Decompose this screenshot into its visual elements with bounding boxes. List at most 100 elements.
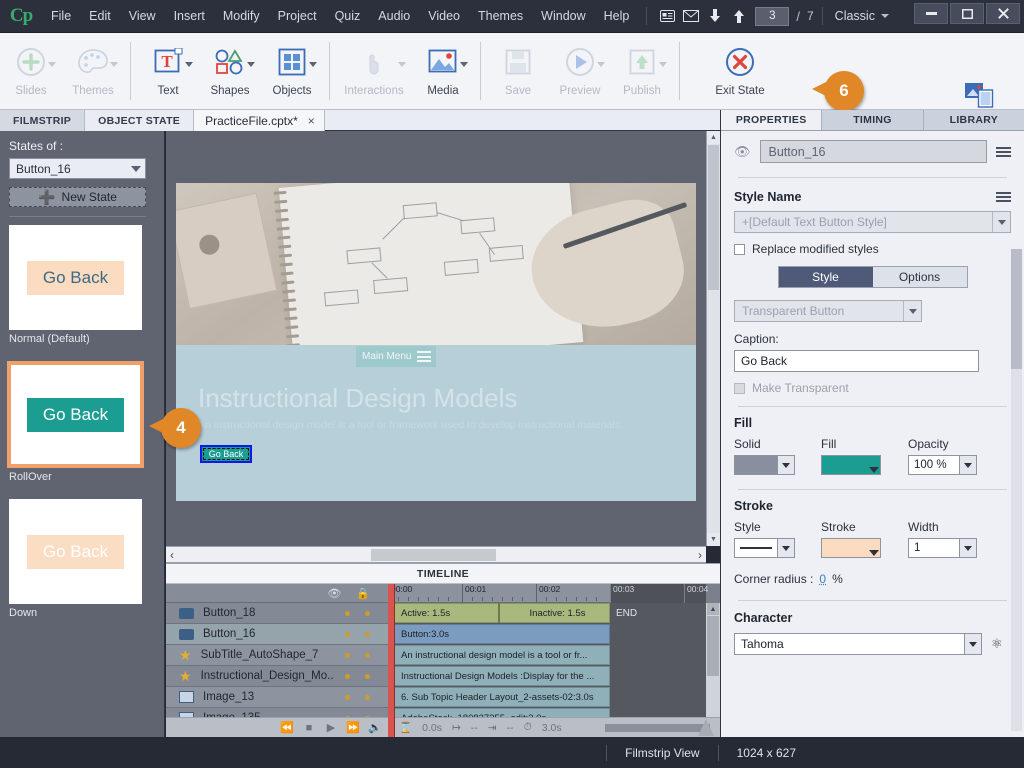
toolbar-text[interactable]: T Text bbox=[137, 38, 199, 97]
chevron-down-icon[interactable] bbox=[659, 62, 667, 67]
menu-view[interactable]: View bbox=[120, 5, 165, 27]
replace-styles-row[interactable]: Replace modified styles bbox=[734, 242, 1011, 256]
style-menu-icon[interactable] bbox=[996, 192, 1011, 202]
canvas-vscroll-thumb[interactable] bbox=[708, 145, 719, 290]
chevron-down-icon[interactable] bbox=[185, 62, 193, 67]
table-row[interactable]: Button_16 bbox=[166, 624, 388, 645]
tab-library[interactable]: LIBRARY bbox=[923, 110, 1024, 130]
tab-timing[interactable]: TIMING bbox=[822, 110, 924, 130]
timeline-vscroll-thumb[interactable] bbox=[707, 616, 719, 676]
chevron-down-icon[interactable] bbox=[869, 467, 879, 473]
table-row[interactable]: Image_13 bbox=[166, 687, 388, 708]
slide-number-input[interactable]: 3 bbox=[755, 6, 790, 26]
properties-vscroll-thumb[interactable] bbox=[1011, 249, 1022, 369]
caption-input[interactable]: Go Back bbox=[734, 350, 979, 372]
mail-icon[interactable] bbox=[679, 6, 703, 26]
chevron-down-icon[interactable] bbox=[960, 455, 977, 475]
menu-quiz[interactable]: Quiz bbox=[326, 5, 370, 27]
main-menu-button[interactable]: Main Menu bbox=[356, 346, 436, 367]
make-transparent-row[interactable]: Make Transparent bbox=[734, 381, 1011, 395]
chevron-down-icon[interactable] bbox=[869, 550, 879, 556]
scroll-right-icon[interactable]: › bbox=[698, 548, 702, 562]
table-row[interactable]: ★ SubTitle_AutoShape_7 bbox=[166, 645, 388, 666]
chevron-down-icon[interactable] bbox=[880, 14, 889, 18]
opacity-input[interactable]: 100 % bbox=[908, 455, 960, 475]
menu-file[interactable]: File bbox=[42, 5, 80, 27]
typekit-icon[interactable]: ⚛ bbox=[991, 636, 1011, 652]
move-down-icon[interactable] bbox=[703, 6, 727, 26]
menu-help[interactable]: Help bbox=[595, 5, 639, 27]
audio-icon[interactable]: 🔊 bbox=[364, 721, 386, 734]
chevron-down-icon[interactable] bbox=[48, 62, 56, 67]
object-select[interactable]: Button_16 bbox=[9, 158, 146, 179]
tab-object-state[interactable]: OBJECT STATE bbox=[85, 110, 195, 131]
timeline-bar-secondary[interactable]: Inactive: 1.5s bbox=[506, 603, 610, 623]
slide-title[interactable]: Instructional Design Models bbox=[198, 383, 517, 414]
timeline-ruler[interactable]: 00:00 00:01 00:02 00:03 00:04 bbox=[388, 584, 708, 603]
style-options-toggle[interactable]: Style Options bbox=[777, 266, 968, 288]
row-toggles[interactable] bbox=[345, 673, 388, 679]
menu-insert[interactable]: Insert bbox=[165, 5, 214, 27]
slide-canvas[interactable]: Main Menu Instructional Design Models An… bbox=[166, 131, 720, 546]
table-row[interactable]: Button_18 bbox=[166, 603, 388, 624]
toolbar-save[interactable]: Save bbox=[487, 38, 549, 97]
make-transparent-checkbox[interactable] bbox=[734, 382, 745, 394]
move-up-icon[interactable] bbox=[727, 6, 751, 26]
eye-icon[interactable]: 👁 bbox=[734, 144, 751, 160]
row-toggles[interactable] bbox=[345, 631, 388, 637]
style-name-select[interactable]: +[Default Text Button Style] bbox=[734, 211, 1011, 233]
timeline-bar[interactable]: Instructional Design Models :Display for… bbox=[394, 666, 610, 686]
close-icon[interactable]: × bbox=[308, 114, 315, 128]
chevron-down-icon[interactable] bbox=[110, 62, 118, 67]
play-icon[interactable]: ▶ bbox=[320, 721, 342, 734]
chevron-down-icon[interactable] bbox=[965, 633, 982, 655]
toolbar-themes[interactable]: Themes bbox=[62, 38, 124, 97]
menu-edit[interactable]: Edit bbox=[80, 5, 120, 27]
rewind-icon[interactable]: ⏪ bbox=[276, 721, 298, 734]
chevron-down-icon[interactable] bbox=[597, 62, 605, 67]
timeline-bar[interactable]: An instructional design model is a tool … bbox=[394, 645, 610, 665]
view-mode-label[interactable]: Filmstrip View bbox=[607, 746, 717, 760]
minimize-icon[interactable] bbox=[914, 3, 948, 24]
close-icon[interactable] bbox=[986, 3, 1020, 24]
tab-properties[interactable]: PROPERTIES bbox=[721, 110, 823, 130]
chevron-down-icon[interactable] bbox=[460, 62, 468, 67]
selected-go-back-button[interactable]: Go Back bbox=[200, 445, 252, 463]
toolbar-shapes[interactable]: Shapes bbox=[199, 38, 261, 97]
tab-filmstrip[interactable]: FILMSTRIP bbox=[0, 110, 86, 131]
timeline-zoom-slider[interactable] bbox=[605, 718, 714, 736]
timeline-bar[interactable]: Button:3.0s bbox=[394, 624, 610, 644]
replace-modified-styles-checkbox[interactable] bbox=[734, 243, 745, 255]
chevron-down-icon[interactable] bbox=[778, 455, 795, 475]
maximize-icon[interactable] bbox=[950, 3, 984, 24]
fill-color-swatch[interactable] bbox=[821, 455, 881, 475]
font-family-select[interactable]: Tahoma bbox=[734, 633, 965, 655]
toolbar-exit-state[interactable]: Exit State bbox=[702, 38, 778, 97]
menu-video[interactable]: Video bbox=[419, 5, 469, 27]
timeline-bar-split[interactable] bbox=[498, 603, 500, 623]
object-name-field[interactable]: Button_16 bbox=[759, 140, 987, 163]
toolbar-slides[interactable]: Slides bbox=[0, 38, 62, 97]
scroll-left-icon[interactable]: ‹ bbox=[170, 548, 174, 562]
corner-radius-value[interactable]: 0 bbox=[819, 572, 826, 586]
toolbar-objects[interactable]: Objects bbox=[261, 38, 323, 97]
timeline-bar[interactable]: 6. Sub Topic Header Layout_2-assets-02:3… bbox=[394, 687, 610, 707]
chevron-down-icon[interactable] bbox=[398, 62, 406, 67]
stroke-color-swatch[interactable] bbox=[821, 538, 881, 558]
eye-icon[interactable]: 👁 bbox=[327, 587, 341, 600]
properties-vertical-scrollbar[interactable] bbox=[1011, 249, 1022, 731]
fill-solid-swatch[interactable] bbox=[734, 455, 778, 475]
new-state-button[interactable]: ➕ New State bbox=[9, 187, 146, 207]
panel-menu-icon[interactable] bbox=[996, 146, 1011, 157]
table-row[interactable]: ★ Instructional_Design_Mo.. bbox=[166, 666, 388, 687]
chevron-down-icon[interactable] bbox=[309, 62, 317, 67]
canvas-horizontal-scrollbar[interactable]: ‹ › bbox=[166, 546, 706, 563]
chevron-down-icon[interactable] bbox=[992, 212, 1010, 232]
row-toggles[interactable] bbox=[345, 652, 388, 658]
tab-options[interactable]: Options bbox=[873, 267, 967, 287]
state-thumb-down[interactable]: Go Back bbox=[9, 499, 142, 604]
canvas-hscroll-thumb[interactable] bbox=[371, 549, 496, 561]
slide-stage[interactable]: Main Menu Instructional Design Models An… bbox=[176, 183, 696, 501]
menu-themes[interactable]: Themes bbox=[469, 5, 532, 27]
workspace-selector[interactable]: Classic bbox=[835, 9, 875, 23]
